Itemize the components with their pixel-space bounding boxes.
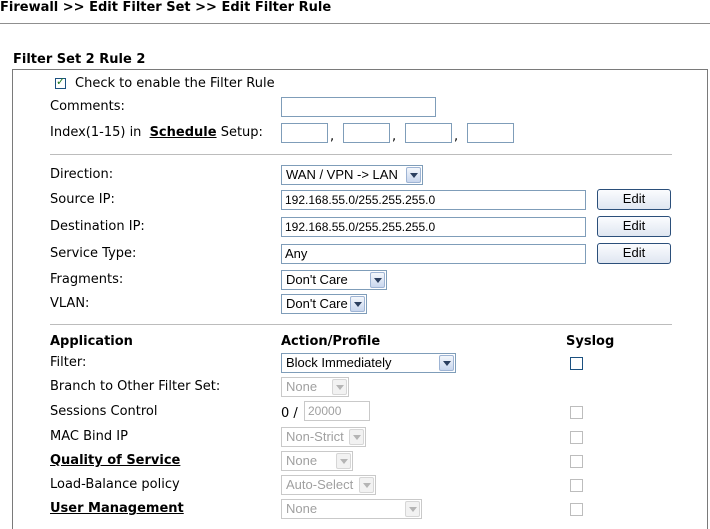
- schedule-index-4[interactable]: [467, 123, 514, 143]
- sessions-current-value: 0: [281, 406, 290, 421]
- syslog-header: Syslog: [566, 334, 615, 349]
- branch-label: Branch to Other Filter Set:: [50, 379, 221, 394]
- filter-syslog-checkbox[interactable]: [570, 357, 583, 370]
- service-type-edit-button[interactable]: Edit: [597, 243, 671, 264]
- chevron-down-icon: [332, 379, 347, 395]
- schedule-separator: ,: [392, 129, 397, 144]
- chevron-down-icon: [439, 355, 454, 371]
- schedule-index-3[interactable]: [405, 123, 452, 143]
- user-management-link[interactable]: User Management: [50, 501, 184, 516]
- section-divider: [50, 324, 672, 325]
- section-divider: [50, 154, 672, 155]
- mac-bind-select[interactable]: Non-Strict: [281, 427, 366, 447]
- sessions-separator: /: [293, 406, 298, 421]
- load-balance-select[interactable]: Auto-Select: [281, 475, 376, 495]
- section-title: Filter Set 2 Rule 2: [13, 52, 146, 67]
- direction-select[interactable]: WAN / VPN -> LAN: [281, 165, 423, 185]
- fragments-label: Fragments:: [50, 272, 124, 287]
- direction-label: Direction:: [50, 167, 114, 182]
- sessions-syslog-checkbox[interactable]: [570, 406, 583, 419]
- filter-value: Block Immediately: [286, 355, 392, 370]
- source-ip-label: Source IP:: [50, 192, 115, 207]
- sessions-current: 0 /: [281, 406, 298, 421]
- schedule-link[interactable]: Schedule: [150, 125, 217, 140]
- qos-value: None: [286, 453, 318, 468]
- mac-bind-syslog-checkbox[interactable]: [570, 431, 583, 444]
- breadcrumb: Firewall >> Edit Filter Set >> Edit Filt…: [0, 0, 332, 15]
- comments-input[interactable]: [281, 97, 436, 117]
- vlan-label: VLAN:: [50, 296, 90, 311]
- user-management-select[interactable]: None: [281, 499, 422, 519]
- chevron-down-icon: [370, 272, 385, 288]
- vlan-value: Don't Care: [286, 296, 348, 311]
- user-management-value: None: [286, 501, 318, 516]
- service-type-input[interactable]: Any: [281, 244, 586, 264]
- mac-bind-value: Non-Strict: [286, 429, 344, 444]
- comments-label: Comments:: [50, 99, 125, 114]
- chevron-down-icon: [350, 296, 365, 312]
- chevron-down-icon: [405, 501, 420, 517]
- application-header: Application: [50, 334, 133, 349]
- schedule-index-2[interactable]: [343, 123, 390, 143]
- schedule-label: Index(1-15) in Schedule Setup:: [50, 125, 263, 140]
- user-management-syslog-checkbox[interactable]: [570, 503, 583, 516]
- vlan-select[interactable]: Don't Care: [281, 294, 367, 314]
- enable-rule-label: Check to enable the Filter Rule: [75, 76, 275, 91]
- fragments-value: Don't Care: [286, 272, 348, 287]
- schedule-suffix: Setup:: [220, 125, 263, 140]
- sessions-control-label: Sessions Control: [50, 404, 158, 419]
- source-ip-edit-button[interactable]: Edit: [597, 189, 671, 210]
- qos-select[interactable]: None: [281, 451, 353, 471]
- fragments-select[interactable]: Don't Care: [281, 270, 387, 290]
- service-type-label: Service Type:: [50, 246, 137, 261]
- destination-ip-input[interactable]: 192.168.55.0/255.255.255.0: [281, 217, 586, 237]
- qos-syslog-checkbox[interactable]: [570, 455, 583, 468]
- mac-bind-label: MAC Bind IP: [50, 429, 128, 444]
- branch-value: None: [286, 379, 318, 394]
- load-balance-syslog-checkbox[interactable]: [570, 479, 583, 492]
- destination-ip-edit-button[interactable]: Edit: [597, 216, 671, 237]
- direction-value: WAN / VPN -> LAN: [286, 167, 398, 182]
- filter-select[interactable]: Block Immediately: [281, 353, 456, 373]
- source-ip-input[interactable]: 192.168.55.0/255.255.255.0: [281, 190, 586, 210]
- filter-label: Filter:: [50, 355, 87, 370]
- schedule-index-1[interactable]: [281, 123, 328, 143]
- schedule-prefix: Index(1-15) in: [50, 125, 142, 140]
- branch-select[interactable]: None: [281, 377, 349, 397]
- load-balance-value: Auto-Select: [286, 477, 354, 492]
- schedule-separator: ,: [330, 129, 335, 144]
- action-profile-header: Action/Profile: [281, 334, 381, 349]
- chevron-down-icon: [336, 453, 351, 469]
- load-balance-label: Load-Balance policy: [50, 477, 180, 492]
- chevron-down-icon: [349, 429, 364, 445]
- destination-ip-label: Destination IP:: [50, 219, 145, 234]
- enable-rule-checkbox[interactable]: [55, 75, 66, 89]
- chevron-down-icon: [406, 167, 421, 183]
- sessions-max-input[interactable]: 20000: [304, 401, 370, 421]
- schedule-separator: ,: [454, 129, 459, 144]
- chevron-down-icon: [359, 477, 374, 493]
- header-divider: [0, 23, 710, 24]
- qos-link[interactable]: Quality of Service: [50, 453, 180, 468]
